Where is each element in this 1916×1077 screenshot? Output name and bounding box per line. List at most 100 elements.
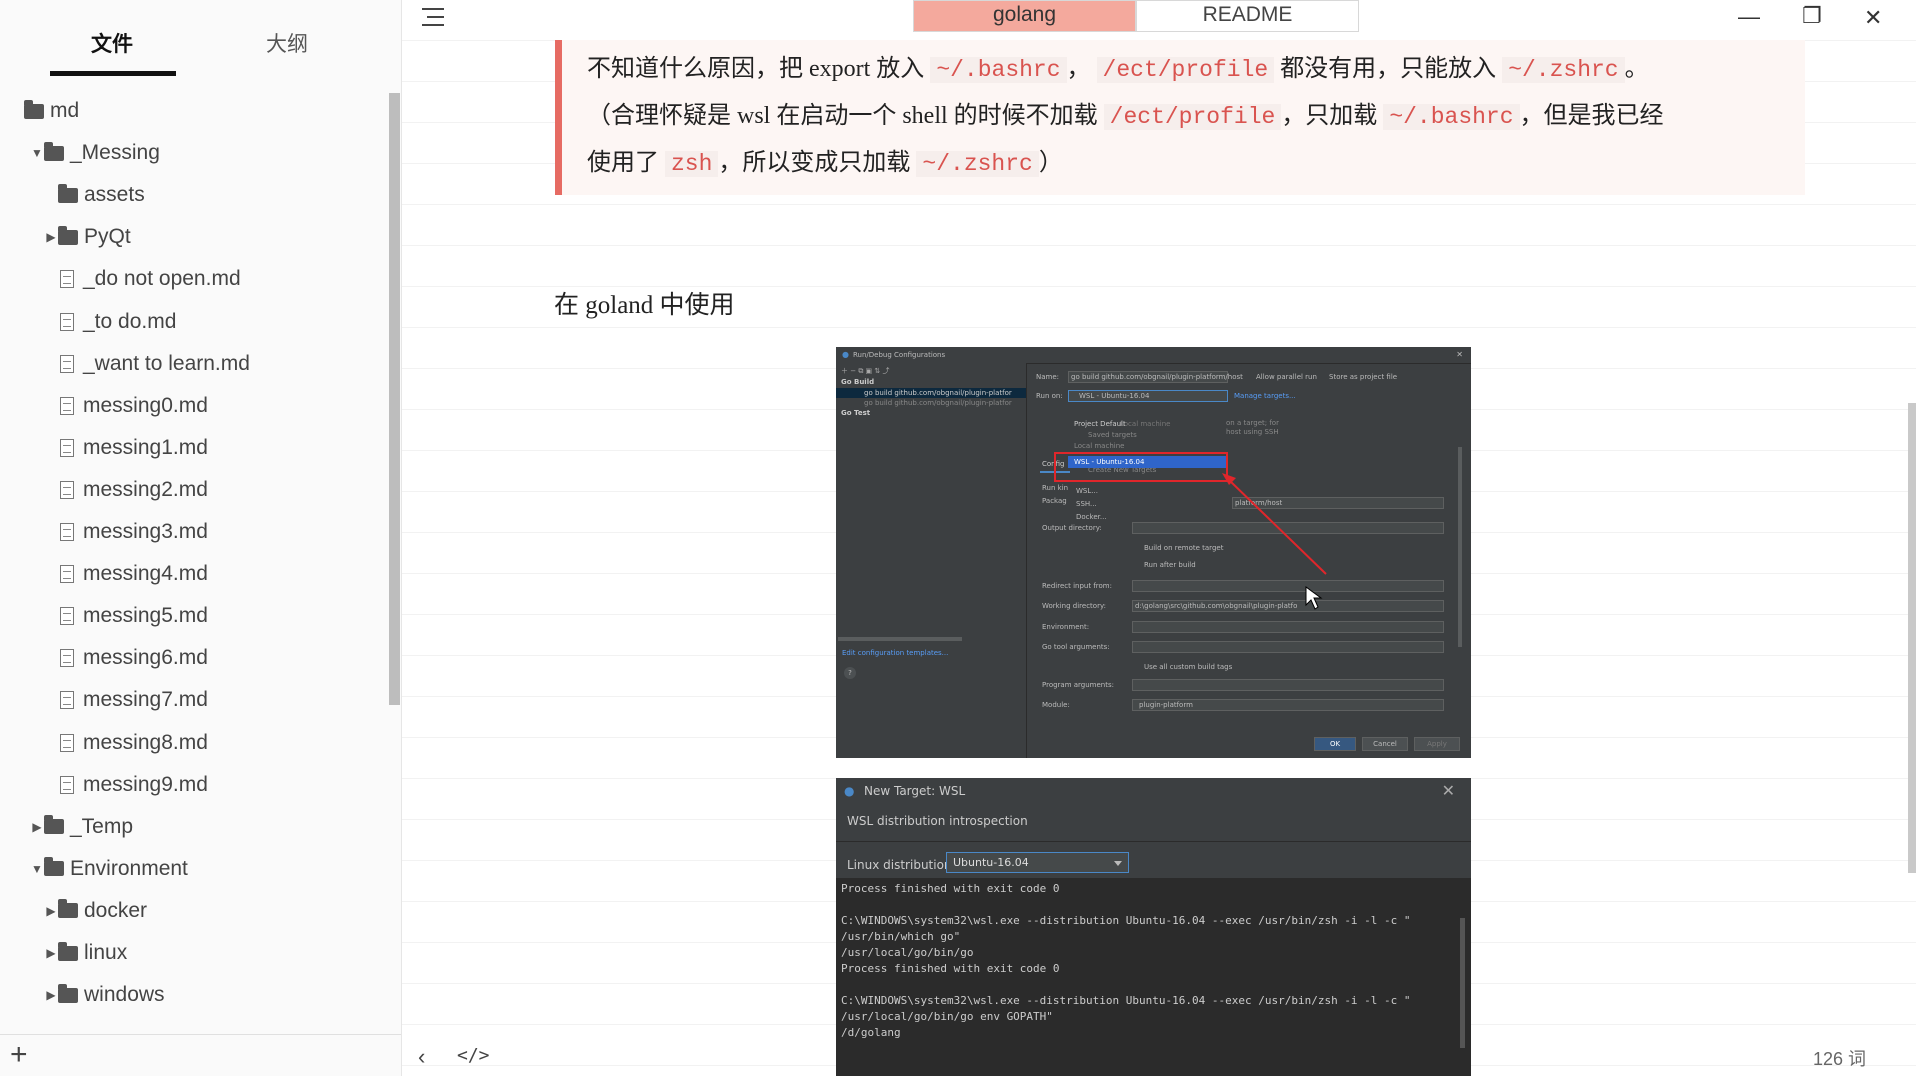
back-icon[interactable]: ‹ <box>418 1044 425 1070</box>
tree-item-label: _Messing <box>70 141 160 165</box>
tree-file[interactable]: messing3.md <box>0 512 385 552</box>
tree-folder[interactable]: assets <box>0 175 385 215</box>
folder-icon <box>44 857 64 877</box>
file-icon <box>60 523 74 541</box>
chevron-right-icon[interactable]: ▶ <box>30 820 44 834</box>
tree-file[interactable]: messing0.md <box>0 386 385 426</box>
console-line: Process finished with exit code 0 <box>841 882 1060 895</box>
inline-code: ~/.zshrc <box>916 151 1039 177</box>
console-line: /d/golang <box>841 1026 901 1039</box>
dialog-title: New Target: WSL <box>864 784 966 798</box>
quote-text: ， <box>1066 56 1097 82</box>
tree-file[interactable]: messing2.md <box>0 470 385 510</box>
file-icon <box>60 607 74 626</box>
tree-item-label: messing4.md <box>83 562 208 586</box>
blockquote: 不知道什么原因，把 export 放入 ~/.bashrc， /ect/prof… <box>555 40 1805 195</box>
restore-button[interactable]: ❐ <box>1802 3 1822 29</box>
console-line: /usr/bin/which go" <box>841 930 961 943</box>
tree-folder[interactable]: ▶ _Temp <box>0 807 385 847</box>
chevron-down-icon[interactable]: ▼ <box>30 146 44 160</box>
tab-golang[interactable]: golang <box>913 0 1136 32</box>
tree-item-label: linux <box>84 941 128 964</box>
quote-text: （合理怀疑是 wsl 在启动一个 shell 的时候不加载 <box>587 103 1104 129</box>
quote-text: 不知道什么原因，把 export 放入 <box>587 56 931 82</box>
folder-icon <box>24 99 44 119</box>
tree-item-label: messing0.md <box>83 393 208 417</box>
distro-label: Linux distribution: <box>847 858 956 872</box>
quote-text: 使用了 <box>587 150 665 176</box>
tree-file[interactable]: _do not open.md <box>0 259 385 299</box>
tree-file[interactable]: _to do.md <box>0 302 385 342</box>
add-file-button[interactable]: + <box>10 1040 28 1070</box>
dialog-subtitle: WSL distribution introspection <box>847 814 1028 828</box>
folder-icon <box>44 141 64 161</box>
file-icon <box>60 270 74 289</box>
file-icon <box>60 480 74 499</box>
embedded-screenshot-wsl-target[interactable]: ● New Target: WSL ✕ WSL distribution int… <box>836 778 1471 1076</box>
tab-files[interactable]: 文件 <box>91 28 133 58</box>
file-icon <box>60 396 74 415</box>
tree-folder[interactable]: ▶ docker <box>0 891 385 931</box>
tree-item-label: md <box>50 99 80 122</box>
tree-folder[interactable]: ▶ PyQt <box>0 217 385 257</box>
tree-file[interactable]: messing5.md <box>0 596 385 636</box>
console-line: C:\WINDOWS\system32\wsl.exe --distributi… <box>841 914 1411 927</box>
tree-folder[interactable]: md <box>0 95 385 131</box>
tree-file[interactable]: messing7.md <box>0 680 385 720</box>
source-mode-icon[interactable]: </> <box>457 1045 490 1066</box>
file-icon <box>60 691 74 710</box>
tree-file[interactable]: _want to learn.md <box>0 344 385 384</box>
sidebar-tabs: 文件 大纲 <box>0 0 401 78</box>
console-line: Process finished with exit code 0 <box>841 962 1060 975</box>
tree-item-label: PyQt <box>84 225 131 249</box>
file-icon <box>60 438 74 457</box>
tree-file[interactable]: messing1.md <box>0 428 385 468</box>
quote-text: ，所以变成只加载 <box>718 150 917 176</box>
tab-outline[interactable]: 大纲 <box>266 28 308 58</box>
tree-file[interactable]: messing6.md <box>0 638 385 678</box>
paragraph-heading: 在 goland 中使用 <box>554 292 735 319</box>
chevron-right-icon[interactable]: ▶ <box>44 988 58 1002</box>
close-icon: ✕ <box>1441 781 1455 800</box>
file-icon <box>60 565 74 584</box>
file-icon <box>60 649 74 668</box>
embedded-screenshot-run-config[interactable]: ● Run/Debug Configurations ✕ ＋ − ⧉ ▣ ⇅ ⤴… <box>836 347 1471 758</box>
toggle-sidebar-icon[interactable] <box>422 8 444 26</box>
app-icon: ● <box>844 784 855 798</box>
file-icon <box>60 733 74 752</box>
inline-code: zsh <box>665 151 719 177</box>
file-icon <box>60 312 74 331</box>
tree-item-label: messing1.md <box>83 435 208 459</box>
tree-item-label: assets <box>84 183 145 207</box>
chevron-right-icon[interactable]: ▶ <box>44 230 58 244</box>
chevron-right-icon[interactable]: ▶ <box>44 946 58 960</box>
tree-item-label: messing8.md <box>83 730 208 754</box>
tree-folder[interactable]: ▶ linux <box>0 933 385 973</box>
tree-file[interactable]: messing8.md <box>0 723 385 763</box>
file-icon <box>60 775 74 794</box>
folder-icon <box>58 899 78 919</box>
chevron-down-icon[interactable]: ▼ <box>30 862 44 876</box>
console-output: Process finished with exit code 0 C:\WIN… <box>836 878 1471 1076</box>
chevron-right-icon[interactable]: ▶ <box>44 904 58 918</box>
minimize-button[interactable]: — <box>1738 4 1760 30</box>
editor-scrollbar[interactable] <box>1908 403 1916 873</box>
quote-text: ） <box>1038 150 1063 176</box>
folder-icon <box>44 815 64 835</box>
tree-folder[interactable]: ▼ _Messing <box>0 133 385 173</box>
sidebar-scrollbar[interactable] <box>389 93 400 705</box>
tree-folder[interactable]: ▼ Environment <box>0 849 385 889</box>
tab-readme[interactable]: README <box>1136 0 1359 32</box>
tree-folder[interactable]: ▶ windows <box>0 975 385 1015</box>
quote-line-3: 使用了 zsh ，所以变成只加载 ~/.zshrc） <box>587 140 1785 187</box>
tree-item-label: docker <box>84 898 148 922</box>
close-button[interactable]: ✕ <box>1864 5 1882 31</box>
tree-item-label: _do not open.md <box>83 267 241 291</box>
tree-item-label: _to do.md <box>83 309 177 333</box>
tree-file[interactable]: messing9.md <box>0 765 385 805</box>
tree-file[interactable]: messing4.md <box>0 554 385 594</box>
distro-select: Ubuntu-16.04 <box>946 852 1129 873</box>
console-line: C:\WINDOWS\system32\wsl.exe --distributi… <box>841 994 1411 1007</box>
tree-item-label: messing9.md <box>83 772 208 796</box>
folder-icon <box>58 983 78 1003</box>
